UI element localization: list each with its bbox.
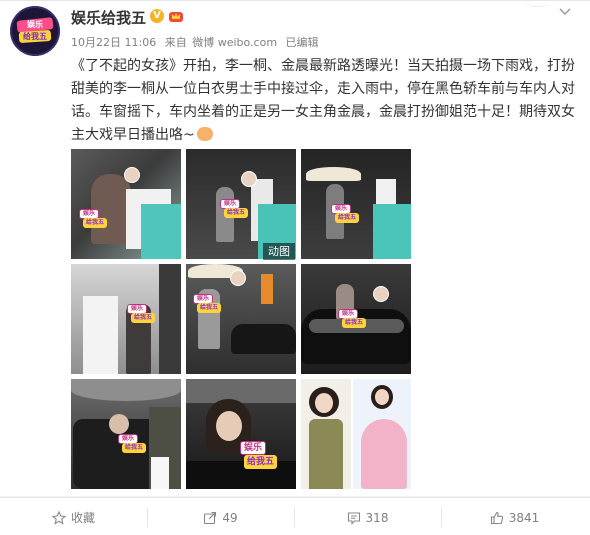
post-text-container: 《了不起的女孩》开拍，李一桐、金晨最新路透曝光！当天拍摄一场下雨戏，打扮甜美的李… [71,55,579,147]
repost-count: 49 [222,510,238,525]
photo-7[interactable]: 娱乐 给我五 [71,379,181,489]
emoji-icon [196,127,213,141]
verified-badge-icon: V [150,9,164,23]
watermark-line2: 给我五 [131,313,156,323]
gif-label: 动图 [263,243,295,260]
comment-bubble-icon [347,511,360,525]
favorite-button[interactable]: 收藏 [0,498,147,535]
photo-6[interactable]: 娱乐 给我五 [301,264,411,374]
photo-4[interactable]: 娱乐 给我五 [71,264,181,374]
chevron-down-icon[interactable] [558,7,572,17]
repost-button[interactable]: 49 [147,498,294,535]
weibo-post-card: 娱乐 给我五 娱乐给我五 V 10月22日 11:06 来自 微博 weibo.… [0,0,590,535]
photo-3[interactable]: 娱乐 给我五 [301,149,411,259]
thumbs-up-icon [490,511,503,524]
post-text: 《了不起的女孩》开拍，李一桐、金晨最新路透曝光！当天拍摄一场下雨戏，打扮甜美的李… [71,58,575,143]
watermark-line2: 给我五 [122,443,147,453]
post-source[interactable]: 微博 weibo.com [192,36,277,49]
favorite-label: 收藏 [70,511,95,525]
share-arrow-icon [204,511,217,524]
edited-label[interactable]: 已编辑 [286,36,319,49]
like-count: 3841 [508,510,540,525]
watermark-line2: 给我五 [224,208,249,218]
watermark-line2: 给我五 [342,318,367,328]
photo-5[interactable]: 娱乐 给我五 [186,264,296,374]
photo-1[interactable]: 娱乐 给我五 [71,149,181,259]
watermark-line2: 给我五 [83,218,108,228]
watermark-line2: 给我五 [335,213,360,223]
avatar-ring [10,6,60,56]
post-datetime[interactable]: 10月22日 11:06 [71,36,156,49]
photo-9[interactable] [301,379,411,489]
comment-count: 318 [365,510,389,525]
photo-grid: 娱乐 给我五 娱乐 给我五 娱乐 给我五 娱乐 给我五 娱乐 给我五 娱乐 给我… [71,149,411,489]
crown-icon[interactable] [168,9,184,23]
decorative-curve [524,0,550,7]
comment-button[interactable]: 318 [294,498,441,535]
watermark-line2: 给我五 [197,303,222,313]
source-prefix: 来自 [164,36,187,49]
post-meta: 10月22日 11:06 来自 微博 weibo.com 已编辑 [71,34,324,50]
avatar[interactable]: 娱乐 给我五 [10,6,60,56]
watermark-line2: 给我五 [244,455,278,469]
star-outline-icon [51,510,66,525]
photo-8[interactable]: 娱乐 给我五 [186,379,296,489]
username[interactable]: 娱乐给我五 [71,7,146,28]
like-button[interactable]: 3841 [441,498,588,535]
action-bar: 收藏 49 318 3841 [0,497,590,535]
watermark-line1: 娱乐 [240,441,267,455]
